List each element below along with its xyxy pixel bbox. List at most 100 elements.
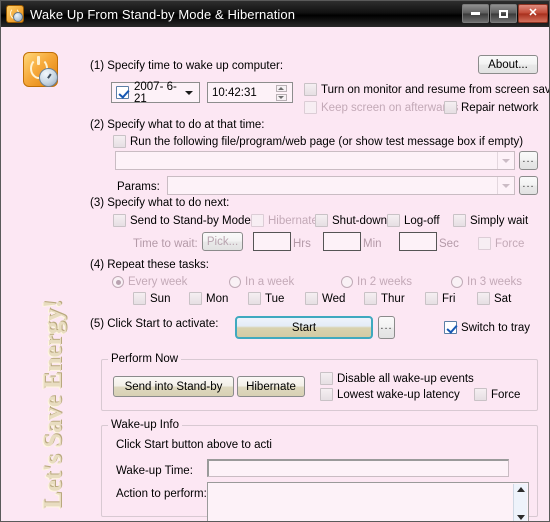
in-a-week-radio[interactable]	[229, 276, 241, 288]
time-spinner[interactable]	[274, 84, 288, 101]
repair-network-row[interactable]: Repair network	[444, 101, 538, 114]
close-button[interactable]: ✕	[518, 4, 548, 23]
perform-force-row[interactable]: Force	[474, 388, 520, 401]
shutdown-checkbox[interactable]	[315, 214, 328, 227]
params-dropdown-arrow[interactable]	[497, 177, 514, 194]
day-fri-checkbox[interactable]	[425, 292, 438, 305]
spinner-up-button[interactable]	[275, 84, 287, 92]
action-scrollbar[interactable]	[513, 484, 527, 521]
every-week-radio[interactable]	[112, 276, 124, 288]
minimize-button[interactable]	[462, 4, 489, 23]
lowest-latency-checkbox[interactable]	[320, 388, 333, 401]
day-tue-row[interactable]: Tue	[248, 292, 284, 305]
day-thur-checkbox[interactable]	[364, 292, 377, 305]
hibernate-now-button[interactable]: Hibernate	[237, 376, 305, 397]
start-options-button[interactable]: ...	[378, 316, 395, 339]
window-title: Wake Up From Stand-by Mode & Hibernation	[30, 6, 296, 22]
ellipsis-icon: ...	[380, 320, 393, 332]
about-button[interactable]: About...	[478, 55, 538, 74]
minutes-input[interactable]	[323, 232, 361, 251]
force-wait-label: Force	[495, 237, 525, 250]
time-to-wait-label: Time to wait:	[133, 238, 198, 250]
lowest-latency-label: Lowest wake-up latency	[337, 388, 460, 401]
day-sat-row[interactable]: Sat	[477, 292, 511, 305]
params-combo[interactable]	[167, 176, 515, 195]
scroll-down-icon[interactable]	[516, 515, 525, 520]
action-to-perform-textarea[interactable]	[207, 482, 529, 521]
logoff-option-row[interactable]: Log-off	[387, 214, 440, 227]
spinner-down-button[interactable]	[275, 93, 287, 101]
lowest-latency-row[interactable]: Lowest wake-up latency	[320, 388, 460, 401]
repair-network-checkbox[interactable]	[444, 101, 457, 114]
minimize-icon	[471, 12, 480, 15]
scroll-up-icon[interactable]	[516, 487, 525, 492]
run-file-checkbox[interactable]	[113, 135, 126, 148]
day-wed-checkbox[interactable]	[305, 292, 318, 305]
repeat-every-week-row[interactable]: Every week	[112, 276, 187, 288]
pick-time-button[interactable]: Pick...	[202, 232, 243, 251]
ellipsis-icon: ...	[522, 178, 535, 190]
repeat-in-a-week-row[interactable]: In a week	[229, 276, 294, 288]
hours-input[interactable]	[253, 232, 291, 251]
switch-to-tray-row[interactable]: Switch to tray	[444, 321, 530, 334]
day-mon-row[interactable]: Mon	[189, 292, 228, 305]
client-area: Let's Save Energy! About... (1) Specify …	[1, 27, 549, 521]
in-2-weeks-radio[interactable]	[341, 276, 353, 288]
day-sun-checkbox[interactable]	[133, 292, 146, 305]
date-enable-checkbox[interactable]	[116, 86, 129, 99]
params-browse-button[interactable]: ...	[519, 176, 538, 195]
run-file-row[interactable]: Run the following file/program/web page …	[113, 135, 523, 148]
disable-wakeup-events-row[interactable]: Disable all wake-up events	[320, 372, 474, 385]
hibernate-label: Hibernate	[268, 214, 318, 227]
day-thur-label: Thur	[381, 292, 405, 305]
simply-wait-label: Simply wait	[470, 214, 529, 227]
day-sun-label: Sun	[150, 292, 171, 305]
day-sun-row[interactable]: Sun	[133, 292, 170, 305]
simply-wait-checkbox[interactable]	[453, 214, 466, 227]
shutdown-label: Shut-down	[332, 214, 387, 227]
day-fri-row[interactable]: Fri	[425, 292, 455, 305]
send-into-standby-button[interactable]: Send into Stand-by	[113, 376, 234, 397]
perform-force-checkbox[interactable]	[474, 388, 487, 401]
logoff-checkbox[interactable]	[387, 214, 400, 227]
standby-checkbox[interactable]	[113, 214, 126, 227]
standby-option-row[interactable]: Send to Stand-by Mode	[113, 214, 251, 227]
disable-wakeup-events-label: Disable all wake-up events	[337, 372, 474, 385]
wakeup-info-title: Wake-up Info	[108, 419, 182, 431]
disable-wakeup-events-checkbox[interactable]	[320, 372, 333, 385]
day-mon-checkbox[interactable]	[189, 292, 202, 305]
wakeup-date-field[interactable]: 2007- 6-21	[111, 81, 200, 105]
day-sat-checkbox[interactable]	[477, 292, 490, 305]
start-button[interactable]: Start	[235, 316, 373, 339]
repeat-in-2-weeks-row[interactable]: In 2 weeks	[341, 276, 412, 288]
window-controls: ✕	[462, 4, 548, 23]
title-bar: Wake Up From Stand-by Mode & Hibernation…	[1, 1, 549, 28]
perform-force-label: Force	[491, 388, 521, 401]
standby-label: Send to Stand-by Mode	[130, 214, 251, 227]
day-wed-row[interactable]: Wed	[305, 292, 345, 305]
date-dropdown-arrow[interactable]	[183, 90, 195, 95]
file-path-combo[interactable]	[115, 151, 515, 170]
keep-screen-on-row: Keep screen on afterwards	[304, 101, 458, 114]
seconds-input[interactable]	[399, 232, 437, 251]
wakeup-time-field[interactable]: 10:42:31	[207, 82, 293, 103]
repeat-in-3-weeks-row[interactable]: In 3 weeks	[451, 276, 522, 288]
file-path-dropdown-arrow[interactable]	[497, 152, 514, 169]
repair-network-label: Repair network	[461, 101, 539, 114]
file-browse-button[interactable]: ...	[519, 151, 538, 170]
turn-on-monitor-row[interactable]: Turn on monitor and resume from screen s…	[304, 83, 549, 96]
shutdown-option-row[interactable]: Shut-down	[315, 214, 387, 227]
maximize-button[interactable]	[490, 4, 517, 23]
in-3-weeks-radio[interactable]	[451, 276, 463, 288]
caret-up-icon	[278, 86, 284, 90]
day-tue-checkbox[interactable]	[248, 292, 261, 305]
simply-wait-option-row[interactable]: Simply wait	[453, 214, 528, 227]
keep-screen-on-checkbox	[304, 101, 317, 114]
close-icon: ✕	[528, 7, 538, 19]
app-window: Wake Up From Stand-by Mode & Hibernation…	[0, 0, 550, 522]
action-to-perform-label: Action to perform:	[116, 488, 207, 500]
switch-to-tray-checkbox[interactable]	[444, 321, 457, 334]
turn-on-monitor-checkbox[interactable]	[304, 83, 317, 96]
day-fri-label: Fri	[442, 292, 456, 305]
day-thur-row[interactable]: Thur	[364, 292, 405, 305]
